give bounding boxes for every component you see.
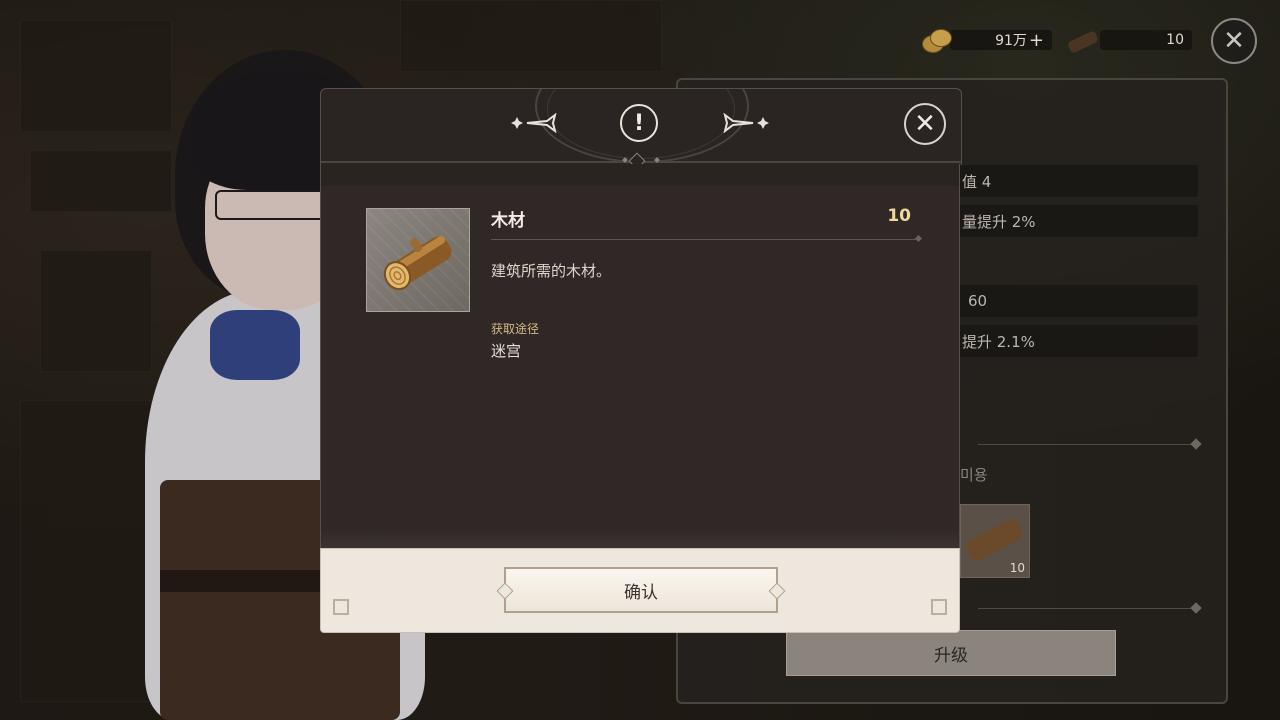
- close-icon: ✕: [914, 109, 936, 139]
- source-title: 获取途径: [491, 322, 540, 336]
- cost-label: 미용: [960, 466, 988, 484]
- item-count: 10: [887, 206, 911, 226]
- item-info-dialog: ! ✕ 木材 10 建筑所需的木材。 获取途径 迷宫 确认: [320, 88, 962, 633]
- coin-icon: [920, 27, 952, 53]
- corner-ornament: [333, 599, 349, 615]
- corner-ornament: [931, 599, 947, 615]
- divider: [491, 239, 916, 240]
- stat-row: 提升 2.1%: [958, 325, 1198, 357]
- wood-amount: 10: [1100, 30, 1192, 50]
- gold-add-button[interactable]: +: [1029, 30, 1044, 51]
- dialog-footer: 确认: [320, 548, 960, 633]
- gold-amount: 91万: [995, 33, 1027, 49]
- item-icon-frame: [366, 208, 470, 312]
- stat-row: 量提升 2%: [958, 205, 1198, 237]
- cost-item-qty: 10: [1009, 561, 1025, 575]
- item-name: 木材: [491, 211, 525, 231]
- stat-row: 值 4: [958, 165, 1198, 197]
- exclamation-circle-icon: !: [620, 104, 658, 142]
- cost-item-wood: 10: [960, 504, 1030, 578]
- left-ornament-icon: [511, 113, 557, 133]
- upgrade-button[interactable]: 升级: [786, 630, 1116, 676]
- dialog-header: ! ✕: [320, 88, 962, 165]
- log-icon: [1066, 30, 1100, 50]
- wood-resource: 10: [1066, 28, 1192, 52]
- gold-resource: 91万 +: [920, 27, 1052, 53]
- stat-row: 60: [958, 285, 1198, 317]
- source-value: 迷宫: [491, 342, 522, 360]
- item-description: 建筑所需的木材。: [491, 262, 612, 280]
- wood-log-icon: [383, 236, 452, 291]
- hud-close-button[interactable]: ✕: [1211, 18, 1257, 64]
- confirm-button[interactable]: 确认: [504, 567, 778, 613]
- dialog-close-button[interactable]: ✕: [904, 103, 946, 145]
- close-icon: ✕: [1223, 26, 1245, 56]
- right-ornament-icon: [723, 113, 769, 133]
- dialog-body: 木材 10 建筑所需的木材。 获取途径 迷宫: [320, 164, 960, 548]
